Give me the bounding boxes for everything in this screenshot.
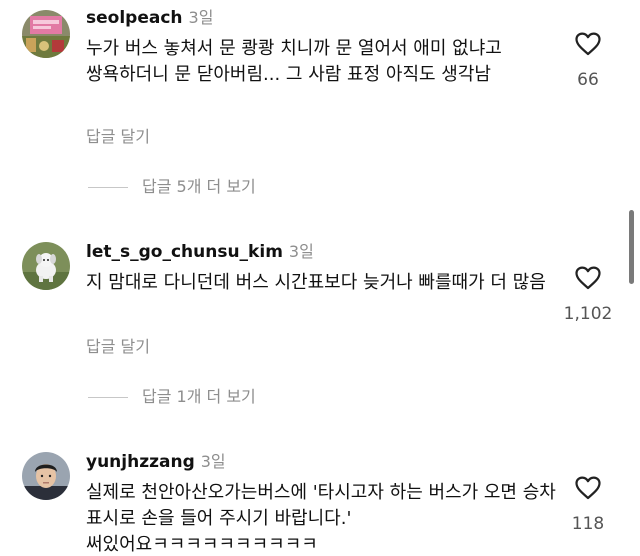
heart-outline-icon[interactable] xyxy=(575,32,601,56)
heart-outline-icon[interactable] xyxy=(575,476,601,500)
heart-outline-icon[interactable] xyxy=(575,266,601,290)
comments-panel: seolpeach 3일 누가 버스 놓쳐서 문 쾅쾅 치니까 문 열어서 애미 … xyxy=(0,0,640,556)
toy-dog-photo-icon xyxy=(22,242,70,290)
timestamp: 3일 xyxy=(200,452,226,471)
comment-header: seolpeach 3일 xyxy=(86,6,213,30)
avatar[interactable] xyxy=(22,452,70,500)
comment-header: let_s_go_chunsu_kim 3일 xyxy=(86,240,314,264)
divider-line xyxy=(88,187,128,188)
username[interactable]: seolpeach xyxy=(86,8,183,28)
username[interactable]: yunjhzzang xyxy=(86,452,195,472)
like-count: 1,102 xyxy=(563,304,613,324)
profile-photo-icon xyxy=(22,10,70,58)
avatar[interactable] xyxy=(22,10,70,58)
username[interactable]: let_s_go_chunsu_kim xyxy=(86,242,283,262)
view-replies-button[interactable]: 답글 1개 더 보기 xyxy=(88,386,256,408)
view-replies-button[interactable]: 답글 5개 더 보기 xyxy=(88,176,256,198)
view-replies-label: 답글 1개 더 보기 xyxy=(142,387,256,406)
timestamp: 3일 xyxy=(188,8,214,27)
comment-text: 누가 버스 놓쳐서 문 쾅쾅 치니까 문 열어서 애미 없냐고 쌍욕하더니 문 … xyxy=(86,38,502,85)
like-button[interactable]: 1,102 xyxy=(558,266,618,324)
scrollbar[interactable] xyxy=(629,210,634,284)
like-count: 66 xyxy=(577,70,599,90)
timestamp: 3일 xyxy=(288,242,314,261)
reply-button[interactable]: 답글 달기 xyxy=(86,126,150,148)
like-button[interactable]: 118 xyxy=(558,476,618,534)
avatar[interactable] xyxy=(22,242,70,290)
like-button[interactable]: 66 xyxy=(558,32,618,90)
comment-header: yunjhzzang 3일 xyxy=(86,450,226,474)
view-replies-label: 답글 5개 더 보기 xyxy=(142,177,256,196)
reply-button[interactable]: 답글 달기 xyxy=(86,336,150,358)
person-photo-icon xyxy=(22,452,70,500)
comment-text: 지 맘대로 다니던데 버스 시간표보다 늦거나 빠를때가 더 많음 xyxy=(86,272,546,293)
divider-line xyxy=(88,397,128,398)
like-count: 118 xyxy=(571,514,605,534)
comment-text: 실제로 천안아산오가는버스에 '타시고자 하는 버스가 오면 승차 표시로 손을… xyxy=(86,482,556,555)
